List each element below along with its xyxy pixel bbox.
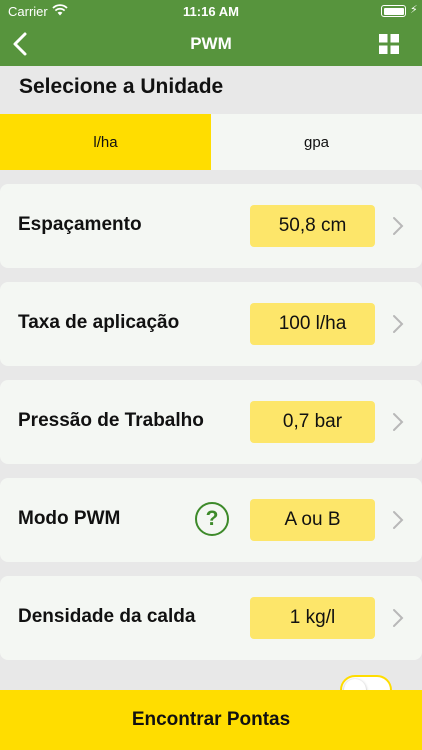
page-title: PWM (190, 34, 232, 53)
row-value[interactable]: 0,7 bar (250, 401, 375, 443)
find-nozzles-button[interactable]: Encontrar Pontas (0, 690, 422, 750)
unit-segmented-control: l/ha gpa (0, 114, 422, 170)
row-value[interactable]: 1 kg/l (250, 597, 375, 639)
row-label: Modo PWM (18, 508, 121, 529)
row-value[interactable]: A ou B (250, 499, 375, 541)
row-label: Densidade da calda (18, 606, 196, 627)
row-taxa-aplicacao[interactable]: Taxa de aplicação 100 l/ha (0, 282, 422, 366)
row-value[interactable]: 50,8 cm (250, 205, 375, 247)
chevron-right-icon (393, 315, 404, 333)
chevron-right-icon (393, 609, 404, 627)
row-label: Taxa de aplicação (18, 312, 180, 333)
unit-option-gpa[interactable]: gpa (211, 114, 422, 170)
charging-bolt-icon: ⚡ (410, 4, 418, 16)
clock: 11:16 AM (183, 4, 239, 19)
status-bar: Carrier 11:16 AM ⚡ (0, 0, 422, 22)
chevron-right-icon (393, 413, 404, 431)
row-pressao-trabalho[interactable]: Pressão de Trabalho 0,7 bar (0, 380, 422, 464)
unit-option-lha[interactable]: l/ha (0, 114, 211, 170)
help-question-icon[interactable]: ? (195, 502, 229, 536)
chevron-right-icon (393, 511, 404, 529)
navigation-bar: PWM (0, 22, 422, 66)
row-densidade-calda[interactable]: Densidade da calda 1 kg/l (0, 576, 422, 660)
grid-menu-icon[interactable] (379, 34, 399, 54)
row-label: Pressão de Trabalho (18, 410, 204, 431)
battery-icon (381, 5, 406, 17)
row-espacamento[interactable]: Espaçamento 50,8 cm (0, 184, 422, 268)
row-modo-pwm[interactable]: Modo PWM ? A ou B (0, 478, 422, 562)
row-value[interactable]: 100 l/ha (250, 303, 375, 345)
unit-section-title: Selecione a Unidade (19, 75, 224, 98)
chevron-right-icon (393, 217, 404, 235)
row-label: Espaçamento (18, 214, 142, 235)
